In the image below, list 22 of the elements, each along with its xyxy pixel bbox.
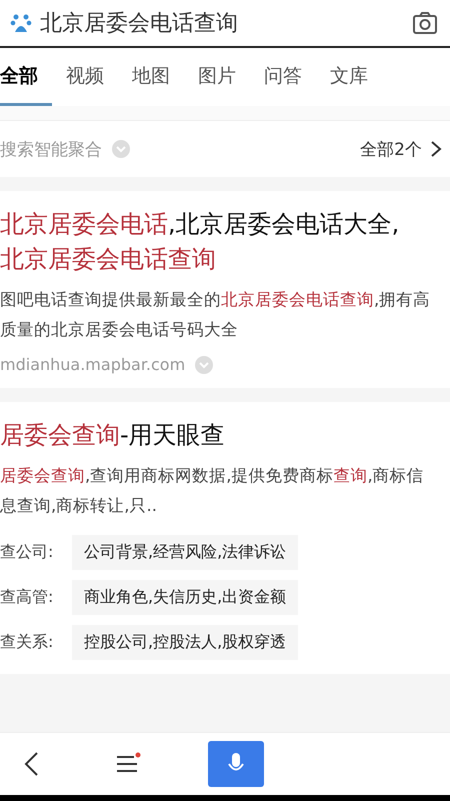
fact-label: 查关系: bbox=[0, 632, 54, 653]
tab[interactable]: 文库 bbox=[316, 48, 382, 106]
result-snippet: 居委会查询,查询用商标网数据,提供免费商标查询,商标信息查询,商标转让,只.. bbox=[0, 465, 425, 517]
fact-link[interactable]: 公司背景,经营风险,法律诉讼 bbox=[72, 535, 298, 570]
paw-logo-icon bbox=[10, 12, 32, 34]
source-url: mdianhua.mapbar.com bbox=[0, 355, 186, 374]
chevron-right-icon[interactable] bbox=[430, 140, 442, 158]
fact-link[interactable]: 商业角色,失信历史,出资金额 bbox=[72, 580, 298, 615]
camera-icon[interactable] bbox=[412, 11, 438, 35]
result-title[interactable]: 居委会查询-用天眼查 bbox=[0, 418, 440, 453]
more-link[interactable]: 全部2个 bbox=[360, 138, 422, 160]
tab[interactable]: 视频 bbox=[52, 48, 118, 106]
tab[interactable]: 图片 bbox=[184, 48, 250, 106]
fact-link[interactable]: 控股公司,控股法人,股权穿透 bbox=[72, 625, 298, 660]
tab[interactable]: 地图 bbox=[118, 48, 184, 106]
fact-label: 查公司: bbox=[0, 542, 54, 563]
result-snippet: 图吧电话查询提供最新最全的北京居委会电话查询,拥有高质量的北京居委会电话号码大全 bbox=[0, 289, 432, 341]
tab[interactable]: 问答 bbox=[250, 48, 316, 106]
section-label: 搜索智能聚合 bbox=[0, 138, 102, 160]
result-title[interactable]: 北京居委会电话,北京居委会电话大全,北京居委会电话查询 bbox=[0, 207, 440, 277]
fact-label: 查高管: bbox=[0, 587, 54, 608]
voice-button[interactable] bbox=[208, 741, 264, 787]
